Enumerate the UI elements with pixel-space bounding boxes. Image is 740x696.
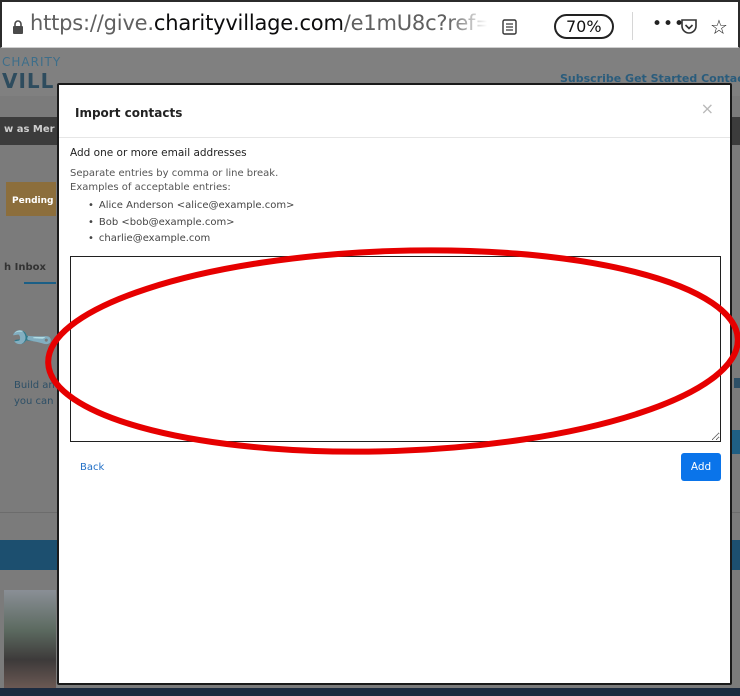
background-status-badge: Pending xyxy=(6,182,56,216)
modal-divider xyxy=(59,137,730,138)
background-photo xyxy=(4,590,56,690)
import-contacts-modal: Import contacts × Add one or more email … xyxy=(57,83,732,685)
background-logo: CHARITY VILL xyxy=(2,55,62,93)
zoom-level-button[interactable]: 70% xyxy=(554,14,614,39)
close-icon[interactable]: × xyxy=(701,99,714,118)
list-item: charlie@example.com xyxy=(88,231,294,248)
modal-help-text: Separate entries by comma or line break.… xyxy=(70,168,279,193)
email-addresses-input[interactable] xyxy=(70,256,721,442)
background-tab: h Inbox xyxy=(4,262,46,273)
list-item: Bob <bob@example.com> xyxy=(88,215,294,232)
background-nav-text: w as Mer xyxy=(4,124,55,135)
background-build-text: Build an you can xyxy=(14,380,55,407)
browser-url-bar[interactable]: https://give.charityvillage.com/e1mU8c?r… xyxy=(0,0,740,48)
list-item: Alice Anderson <alice@example.com> xyxy=(88,198,295,215)
reader-view-icon[interactable] xyxy=(502,19,517,35)
bookmark-star-icon[interactable]: ☆ xyxy=(710,15,728,39)
back-link[interactable]: Back xyxy=(80,462,104,473)
background-footer xyxy=(0,688,740,696)
add-button[interactable]: Add xyxy=(681,453,721,481)
lock-icon xyxy=(13,20,23,34)
background-right-mark xyxy=(734,378,740,388)
toolbar-separator xyxy=(632,12,633,40)
background-tab-underline xyxy=(24,282,56,284)
modal-title: Import contacts xyxy=(75,106,183,120)
modal-heading: Add one or more email addresses xyxy=(70,147,247,159)
url-fade xyxy=(448,10,494,40)
url-text[interactable]: https://give.charityvillage.com/e1mU8c?r… xyxy=(30,11,492,35)
pocket-icon[interactable] xyxy=(680,18,698,35)
examples-list: Alice Anderson <alice@example.com> Bob <… xyxy=(88,198,295,248)
